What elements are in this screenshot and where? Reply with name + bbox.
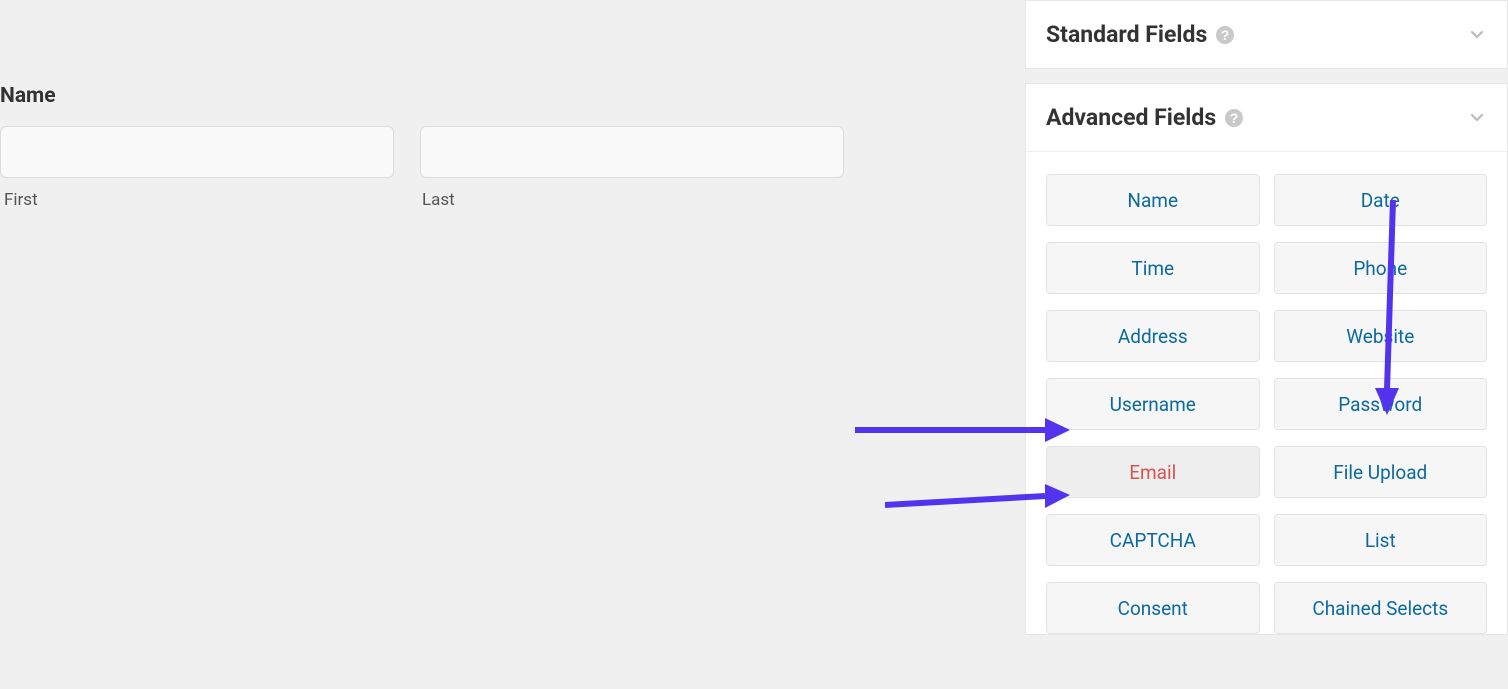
- field-email-button[interactable]: Email: [1046, 446, 1260, 498]
- field-button-label: Date: [1361, 189, 1400, 212]
- help-icon[interactable]: ?: [1224, 108, 1244, 128]
- field-phone-button[interactable]: Phone: [1274, 242, 1488, 294]
- advanced-fields-title-wrap: Advanced Fields ?: [1046, 104, 1244, 131]
- field-button-label: List: [1365, 529, 1396, 552]
- chevron-down-icon: [1469, 27, 1485, 43]
- field-time-button[interactable]: Time: [1046, 242, 1260, 294]
- field-username-button[interactable]: Username: [1046, 378, 1260, 430]
- help-icon[interactable]: ?: [1215, 25, 1235, 45]
- field-button-label: Name: [1127, 189, 1178, 212]
- advanced-fields-header[interactable]: Advanced Fields ?: [1026, 84, 1507, 151]
- field-button-label: Consent: [1118, 597, 1188, 620]
- field-button-label: Email: [1129, 461, 1176, 484]
- svg-text:?: ?: [1230, 110, 1239, 126]
- field-button-label: CAPTCHA: [1110, 529, 1196, 552]
- last-sub-label: Last: [422, 190, 455, 210]
- field-name-button[interactable]: Name: [1046, 174, 1260, 226]
- field-button-label: Phone: [1353, 257, 1407, 280]
- chevron-down-icon: [1469, 110, 1485, 126]
- advanced-fields-body: Name Date Time Phone Address Website Use…: [1026, 151, 1507, 634]
- advanced-fields-title: Advanced Fields: [1046, 104, 1216, 131]
- form-canvas: Name First Last: [0, 0, 1025, 689]
- field-button-label: Password: [1338, 393, 1422, 416]
- field-consent-button[interactable]: Consent: [1046, 582, 1260, 634]
- field-password-button[interactable]: Password: [1274, 378, 1488, 430]
- standard-fields-title-wrap: Standard Fields ?: [1046, 21, 1235, 48]
- svg-text:?: ?: [1221, 27, 1230, 43]
- field-button-label: Chained Selects: [1312, 597, 1448, 620]
- first-sub-label: First: [4, 190, 38, 210]
- field-chainedselects-button[interactable]: Chained Selects: [1274, 582, 1488, 634]
- field-website-button[interactable]: Website: [1274, 310, 1488, 362]
- field-captcha-button[interactable]: CAPTCHA: [1046, 514, 1260, 566]
- field-button-label: Time: [1131, 257, 1174, 280]
- field-button-label: Address: [1118, 325, 1188, 348]
- field-button-label: Website: [1346, 325, 1414, 348]
- standard-fields-panel: Standard Fields ?: [1025, 0, 1508, 69]
- name-field-label: Name: [0, 84, 56, 108]
- field-button-label: Username: [1110, 393, 1196, 416]
- last-name-input[interactable]: [420, 126, 844, 178]
- standard-fields-header[interactable]: Standard Fields ?: [1026, 1, 1507, 68]
- field-fileupload-button[interactable]: File Upload: [1274, 446, 1488, 498]
- field-date-button[interactable]: Date: [1274, 174, 1488, 226]
- standard-fields-title: Standard Fields: [1046, 21, 1207, 48]
- field-button-label: File Upload: [1333, 461, 1427, 484]
- field-list-button[interactable]: List: [1274, 514, 1488, 566]
- advanced-fields-panel: Advanced Fields ? Name Date Time Phone A…: [1025, 83, 1508, 635]
- field-address-button[interactable]: Address: [1046, 310, 1260, 362]
- first-name-input[interactable]: [0, 126, 394, 178]
- fields-sidebar: Standard Fields ? Advanced Fields ?: [1025, 0, 1508, 689]
